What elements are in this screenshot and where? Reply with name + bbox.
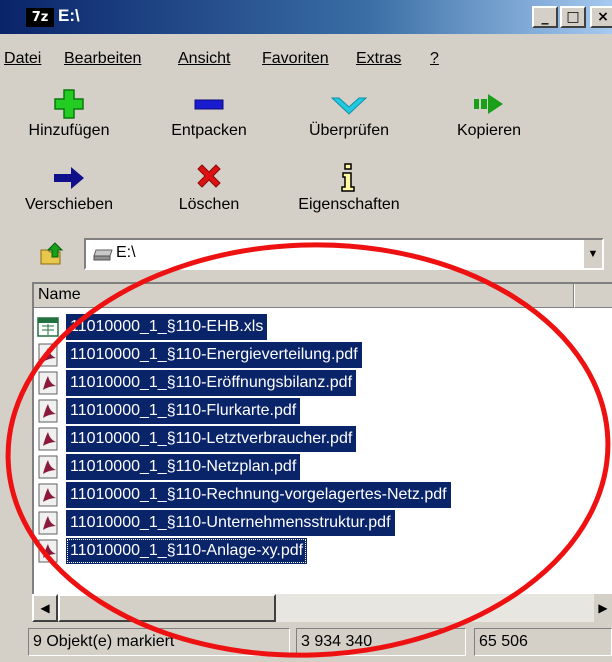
- menu-help[interactable]: ?: [430, 50, 439, 68]
- xls-file-icon: [37, 317, 59, 337]
- check-icon: [330, 97, 368, 115]
- scroll-left-button[interactable]: ◀: [32, 594, 58, 622]
- menu-favoriten[interactable]: Favoriten: [262, 50, 329, 68]
- add-button[interactable]: Hinzufügen: [4, 86, 134, 140]
- column-header-next[interactable]: [574, 284, 612, 308]
- scroll-thumb[interactable]: [58, 594, 276, 622]
- move-button[interactable]: Verschieben: [4, 160, 134, 214]
- pdf-file-icon: [38, 371, 58, 395]
- file-name: 11010000_1_§110-Anlage-xy.pdf: [66, 538, 308, 564]
- delete-x-icon: [197, 164, 221, 188]
- status-size: 3 934 340: [296, 628, 466, 656]
- file-name: 11010000_1_§110-Rechnung-vorgelagertes-N…: [66, 482, 451, 508]
- address-field[interactable]: E:\ ▼: [84, 238, 604, 270]
- file-name: 11010000_1_§110-Eröffnungsbilanz.pdf: [66, 370, 357, 396]
- file-name: 11010000_1_§110-Unternehmensstruktur.pdf: [66, 510, 395, 536]
- minus-icon: [194, 99, 224, 110]
- maximize-button[interactable]: □: [560, 6, 586, 28]
- app-7zip-icon[interactable]: 7z: [26, 8, 54, 27]
- pdf-file-icon: [38, 539, 58, 563]
- status-bar: 9 Objekt(e) markiert 3 934 340 65 506: [0, 624, 612, 662]
- delete-button[interactable]: Löschen: [144, 160, 274, 214]
- minimize-button[interactable]: _: [532, 6, 558, 28]
- move-label: Verschieben: [24, 196, 114, 213]
- folder-up-icon[interactable]: [38, 240, 66, 268]
- file-name: 11010000_1_§110-Letztverbraucher.pdf: [66, 426, 357, 452]
- pdf-file-icon: [38, 427, 58, 451]
- column-name-label: Name: [38, 286, 81, 303]
- status-packed-size: 65 506: [474, 628, 612, 656]
- menu-ansicht[interactable]: Ansicht: [178, 50, 230, 68]
- file-list[interactable]: Name 11010000_1_§110-EHB.xls 11010000_1_…: [32, 282, 612, 622]
- file-name: 11010000_1_§110-EHB.xls: [66, 314, 268, 340]
- file-name: 11010000_1_§110-Flurkarte.pdf: [66, 398, 301, 424]
- file-name: 11010000_1_§110-Netzplan.pdf: [66, 454, 301, 480]
- menu-bearbeiten[interactable]: Bearbeiten: [64, 50, 141, 68]
- column-header-name[interactable]: Name: [34, 284, 574, 308]
- menu-extras[interactable]: Extras: [356, 50, 401, 68]
- pdf-file-icon: [38, 343, 58, 367]
- pdf-file-icon: [38, 511, 58, 535]
- copy-button[interactable]: Kopieren: [424, 86, 554, 140]
- plus-icon: [54, 89, 84, 119]
- drive-icon: [93, 249, 113, 261]
- test-button[interactable]: Überprüfen: [284, 86, 414, 140]
- add-label: Hinzufügen: [28, 122, 110, 139]
- copy-label: Kopieren: [456, 122, 522, 139]
- properties-label: Eigenschaften: [298, 196, 400, 213]
- test-label: Überprüfen: [308, 122, 390, 139]
- file-name: 11010000_1_§110-Energieverteilung.pdf: [66, 342, 362, 368]
- pdf-file-icon: [38, 483, 58, 507]
- properties-button[interactable]: Eigenschaften: [284, 160, 414, 214]
- delete-label: Löschen: [178, 196, 240, 213]
- menu-bar: Datei Bearbeiten Ansicht Favoriten Extra…: [0, 36, 612, 76]
- pdf-file-icon: [38, 399, 58, 423]
- status-selected-count: 9 Objekt(e) markiert: [28, 628, 290, 656]
- address-value: E:\: [116, 244, 136, 261]
- close-button[interactable]: ×: [590, 6, 612, 28]
- horizontal-scrollbar[interactable]: ◀ ▶: [32, 594, 612, 622]
- title-bar: 7z E:\ _ □ ×: [0, 0, 612, 34]
- menu-datei[interactable]: Datei: [4, 50, 41, 68]
- extract-label: Entpacken: [171, 122, 247, 139]
- pdf-file-icon: [38, 455, 58, 479]
- address-dropdown-button[interactable]: ▼: [583, 240, 602, 268]
- scroll-right-button[interactable]: ▶: [594, 594, 612, 622]
- extract-button[interactable]: Entpacken: [144, 86, 274, 140]
- arrow-right-icon: [54, 167, 84, 189]
- info-icon: [341, 163, 355, 192]
- copy-arrow-icon: [474, 94, 503, 114]
- window-title: E:\: [58, 6, 80, 25]
